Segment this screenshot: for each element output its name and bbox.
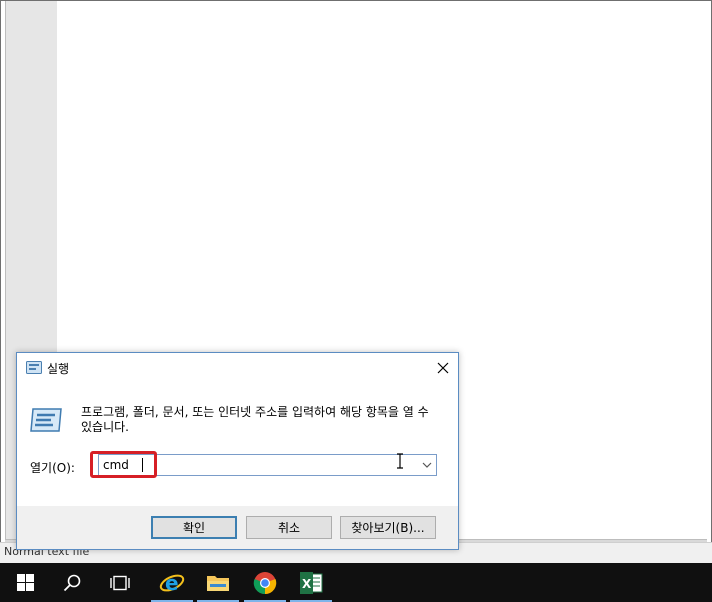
taskbar: e X [0,563,712,602]
dialog-titlebar[interactable]: 실행 [17,353,458,383]
internet-explorer-icon: e [159,571,185,595]
task-view-button[interactable] [97,563,143,602]
command-input[interactable]: cmd [103,458,129,472]
svg-text:X: X [302,577,312,591]
taskbar-chrome[interactable] [242,563,288,602]
ok-button[interactable]: 확인 [151,516,237,539]
close-button[interactable] [428,353,458,383]
run-icon [26,361,42,374]
text-caret [142,458,143,472]
folder-icon [207,575,229,591]
command-combobox[interactable]: cmd [98,454,437,476]
dialog-title: 실행 [47,362,70,376]
taskbar-internet-explorer[interactable]: e [149,563,195,602]
chevron-down-icon[interactable] [421,459,433,471]
excel-icon: X [300,571,323,594]
svg-text:e: e [165,571,179,595]
windows-logo-icon [16,574,34,591]
run-large-icon [29,407,63,433]
chrome-icon [253,571,277,594]
close-icon [437,362,449,374]
start-button[interactable] [2,563,48,602]
run-dialog: 실행 프로그램, 폴더, 문서, 또는 인터넷 주소를 입력하여 해당 항목을 … [16,352,459,550]
open-label: 열기(O): [30,461,75,475]
text-cursor-icon [396,453,404,469]
dialog-description: 프로그램, 폴더, 문서, 또는 인터넷 주소를 입력하여 해당 항목을 열 수… [81,405,429,434]
taskbar-excel[interactable]: X [288,563,334,602]
search-icon [63,574,81,591]
dialog-button-area: 확인 취소 찾아보기(B)... [17,506,458,549]
browse-button[interactable]: 찾아보기(B)... [340,516,436,539]
search-button[interactable] [49,563,95,602]
taskbar-file-explorer[interactable] [195,563,241,602]
task-view-icon [110,575,130,590]
cancel-button[interactable]: 취소 [246,516,332,539]
